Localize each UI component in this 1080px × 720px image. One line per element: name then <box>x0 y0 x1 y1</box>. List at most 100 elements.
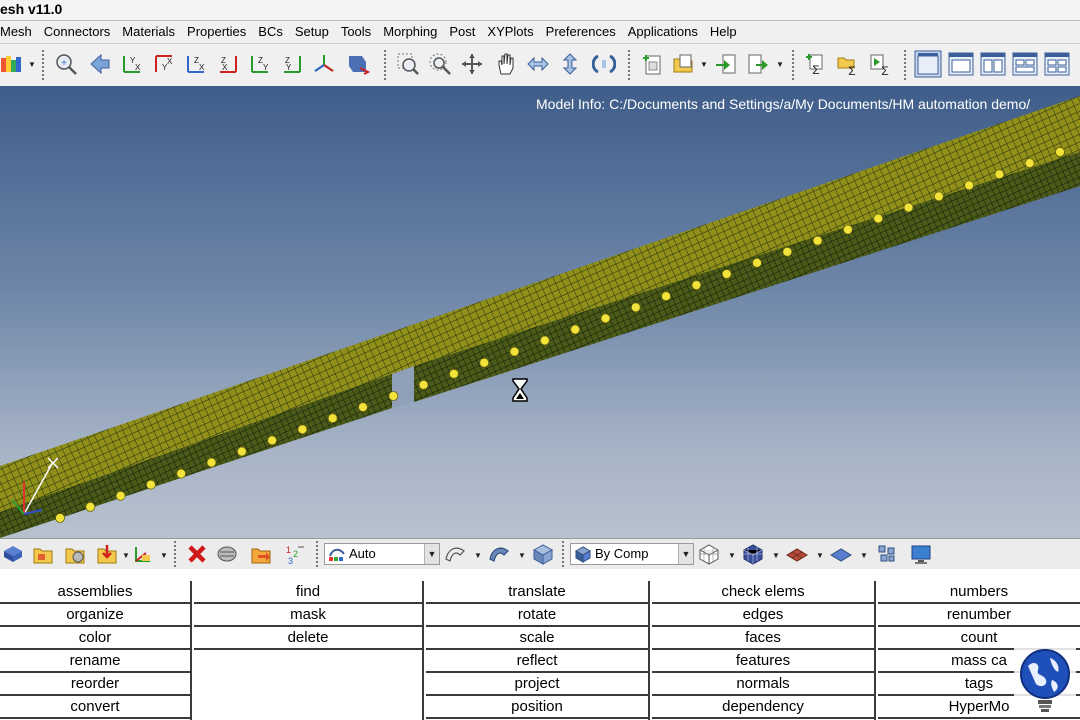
menu-connectors[interactable]: Connectors <box>38 21 116 43</box>
monitor-icon[interactable] <box>910 543 932 565</box>
chevron-down-icon[interactable]: ▼ <box>678 544 693 564</box>
zoom-dynamic-icon[interactable]: + <box>54 52 78 76</box>
summary-open-icon[interactable]: Σ <box>836 52 860 76</box>
shaded-plane-icon[interactable] <box>830 543 852 565</box>
color-palette-icon[interactable] <box>0 52 24 76</box>
chevron-down-icon[interactable]: ▼ <box>860 551 868 560</box>
chevron-down-icon[interactable]: ▼ <box>28 60 36 69</box>
open-model-icon[interactable] <box>672 52 696 76</box>
project-button[interactable]: project <box>426 673 648 696</box>
chevron-down-icon[interactable]: ▼ <box>728 551 736 560</box>
new-model-icon[interactable] <box>640 52 664 76</box>
normals-button[interactable]: normals <box>652 673 874 696</box>
color-mode-dropdown[interactable]: By Comp ▼ <box>570 543 694 565</box>
import-icon[interactable] <box>714 52 738 76</box>
single-window-layout-icon[interactable] <box>914 50 942 78</box>
dependency-button[interactable]: dependency <box>652 696 874 719</box>
load-collector-icon[interactable] <box>96 543 118 565</box>
rotate-icon[interactable] <box>592 52 616 76</box>
menu-properties[interactable]: Properties <box>181 21 252 43</box>
view-xy-bottom-icon[interactable]: YX <box>152 52 176 76</box>
renumber-button[interactable]: renumber <box>878 604 1080 627</box>
wireframe-surface-icon[interactable] <box>444 543 466 565</box>
clear-icon[interactable] <box>216 543 238 565</box>
features-button[interactable]: features <box>652 650 874 673</box>
mask-button[interactable]: mask <box>194 604 422 627</box>
element-plane-icon[interactable] <box>786 543 808 565</box>
menu-morphing[interactable]: Morphing <box>377 21 443 43</box>
scale-button[interactable]: scale <box>426 627 648 650</box>
reorder-button[interactable]: reorder <box>0 673 190 696</box>
menu-xyplots[interactable]: XYPlots <box>481 21 539 43</box>
center-view-icon[interactable] <box>460 52 484 76</box>
component-icon[interactable] <box>2 543 24 565</box>
previous-view-icon[interactable] <box>88 52 112 76</box>
translate-button[interactable]: translate <box>426 581 648 604</box>
solid-display-icon[interactable] <box>532 543 554 565</box>
menu-applications[interactable]: Applications <box>622 21 704 43</box>
convert-button[interactable]: convert <box>0 696 190 719</box>
pan-vertical-icon[interactable] <box>558 52 582 76</box>
three-window-layout-icon[interactable] <box>980 51 1006 77</box>
shaded-elements-mesh-icon[interactable] <box>742 543 764 565</box>
assemblies-button[interactable]: assemblies <box>0 581 190 604</box>
find-button[interactable]: find <box>194 581 422 604</box>
menu-tools[interactable]: Tools <box>335 21 377 43</box>
grid-layout-icon[interactable] <box>876 543 898 565</box>
graphics-viewport[interactable]: Model Info: C:/Documents and Settings/a/… <box>0 86 1080 538</box>
menu-setup[interactable]: Setup <box>289 21 335 43</box>
view-settings-icon[interactable] <box>346 52 370 76</box>
organize-icon[interactable] <box>64 543 86 565</box>
organize-button[interactable]: organize <box>0 604 190 627</box>
chevron-down-icon[interactable]: ▼ <box>160 551 168 560</box>
view-xy-top-icon[interactable]: YX <box>120 52 144 76</box>
four-window-layout-icon[interactable] <box>1012 51 1038 77</box>
assembly-icon[interactable] <box>32 543 54 565</box>
chevron-down-icon[interactable]: ▼ <box>772 551 780 560</box>
edges-button[interactable]: edges <box>652 604 874 627</box>
open-folder-icon[interactable] <box>250 543 272 565</box>
summary-new-icon[interactable]: Σ <box>804 52 828 76</box>
six-window-layout-icon[interactable] <box>1044 51 1070 77</box>
menu-bcs[interactable]: BCs <box>252 21 289 43</box>
rotate-button[interactable]: rotate <box>426 604 648 627</box>
system-collector-icon[interactable] <box>132 543 154 565</box>
numbers-button[interactable]: numbers <box>878 581 1080 604</box>
view-xz-icon[interactable]: ZX <box>216 52 240 76</box>
menu-post[interactable]: Post <box>443 21 481 43</box>
renumber-icon[interactable]: 1 23 <box>284 543 306 565</box>
faces-button[interactable]: faces <box>652 627 874 650</box>
summary-run-icon[interactable]: Σ <box>868 52 892 76</box>
two-window-layout-icon[interactable] <box>948 51 974 77</box>
delete-x-icon[interactable] <box>186 543 208 565</box>
chevron-down-icon[interactable]: ▼ <box>776 60 784 69</box>
delete-button[interactable]: delete <box>194 627 422 650</box>
view-yz-icon[interactable]: ZY <box>280 52 304 76</box>
wireframe-elements-icon[interactable] <box>698 543 720 565</box>
menu-mesh[interactable]: Mesh <box>0 21 38 43</box>
check-elems-button[interactable]: check elems <box>652 581 874 604</box>
menu-preferences[interactable]: Preferences <box>540 21 622 43</box>
menu-help[interactable]: Help <box>704 21 743 43</box>
pan-hand-icon[interactable] <box>494 52 518 76</box>
display-mode-dropdown[interactable]: Auto ▼ <box>324 543 440 565</box>
chevron-down-icon[interactable]: ▼ <box>700 60 708 69</box>
color-button[interactable]: color <box>0 627 190 650</box>
rename-button[interactable]: rename <box>0 650 190 673</box>
chevron-down-icon[interactable]: ▼ <box>424 544 439 564</box>
reflect-button[interactable]: reflect <box>426 650 648 673</box>
zoom-window-icon[interactable] <box>396 52 420 76</box>
pan-horizontal-icon[interactable] <box>526 52 550 76</box>
view-iso-icon[interactable] <box>312 52 336 76</box>
chevron-down-icon[interactable]: ▼ <box>474 551 482 560</box>
chevron-down-icon[interactable]: ▼ <box>518 551 526 560</box>
position-button[interactable]: position <box>426 696 648 719</box>
shaded-surface-icon[interactable] <box>488 543 510 565</box>
chevron-down-icon[interactable]: ▼ <box>816 551 824 560</box>
menu-materials[interactable]: Materials <box>116 21 181 43</box>
zoom-circle-icon[interactable] <box>428 52 452 76</box>
export-icon[interactable] <box>746 52 770 76</box>
view-zy-icon[interactable]: ZY <box>248 52 272 76</box>
view-zx-icon[interactable]: ZX <box>184 52 208 76</box>
chevron-down-icon[interactable]: ▼ <box>122 551 130 560</box>
